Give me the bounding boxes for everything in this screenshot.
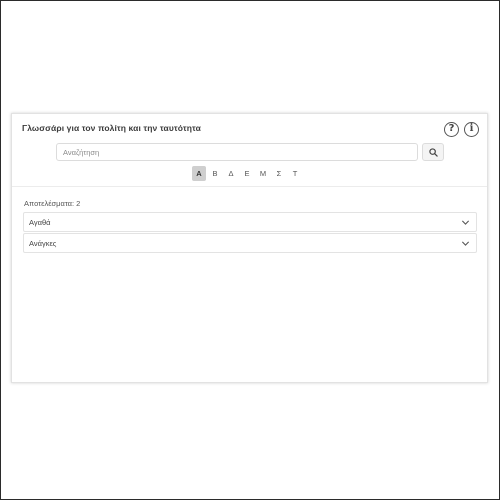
glossary-widget: Γλωσσάρι για τον πολίτη και την ταυτότητ… (11, 113, 488, 383)
alphabet-filter: Α Β Δ Ε Μ Σ Τ (192, 166, 302, 181)
chevron-down-icon (461, 220, 470, 225)
list-item-label: Αγαθά (29, 218, 51, 227)
results-count: Αποτελέσματα: 2 (24, 199, 81, 208)
question-circle-icon[interactable]: ? (444, 122, 459, 137)
search-input[interactable] (56, 143, 418, 161)
letter-filter-sigma[interactable]: Σ (272, 166, 286, 181)
letter-filter-beta[interactable]: Β (208, 166, 222, 181)
info-circle-icon[interactable]: i (464, 122, 479, 137)
list-item-label: Ανάγκες (29, 239, 57, 248)
letter-filter-alpha[interactable]: Α (192, 166, 206, 181)
list-item[interactable]: Αγαθά (23, 212, 477, 232)
chevron-down-icon (461, 241, 470, 246)
letter-filter-epsilon[interactable]: Ε (240, 166, 254, 181)
search-icon (428, 147, 438, 157)
widget-title: Γλωσσάρι για τον πολίτη και την ταυτότητ… (22, 123, 201, 133)
letter-filter-mu[interactable]: Μ (256, 166, 270, 181)
search-button[interactable] (422, 143, 444, 161)
letter-filter-tau[interactable]: Τ (288, 166, 302, 181)
letter-filter-delta[interactable]: Δ (224, 166, 238, 181)
divider (12, 186, 487, 187)
results-list: Αγαθά Ανάγκες (23, 212, 477, 254)
list-item[interactable]: Ανάγκες (23, 233, 477, 253)
